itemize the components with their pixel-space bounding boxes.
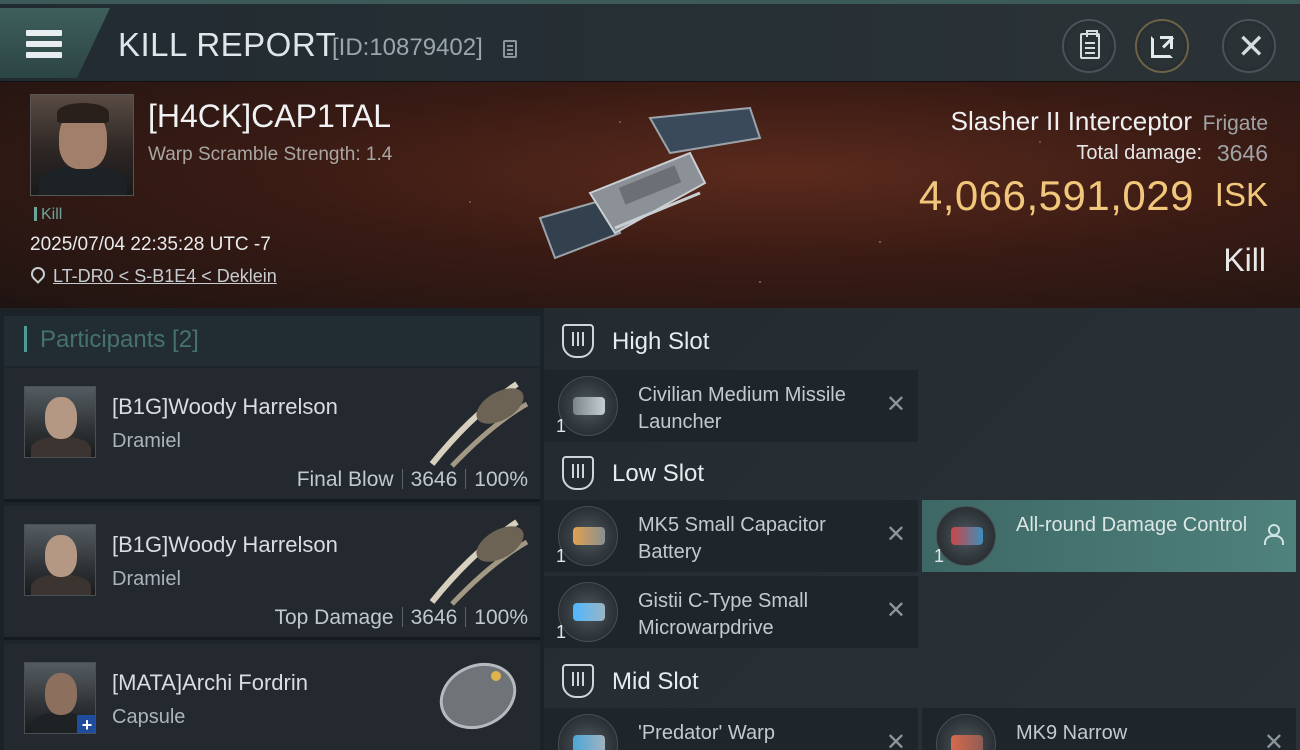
kill-type-label: Kill	[1223, 242, 1266, 278]
module-item[interactable]: 1 Gistii C-Type Small Microwarpdrive ✕	[544, 576, 918, 648]
participants-header: Participants [2]	[4, 316, 540, 366]
total-damage-label: Total damage:	[1076, 142, 1202, 164]
total-damage-value: 3646	[1216, 140, 1268, 166]
avatar	[24, 386, 96, 458]
module-name: 'Predator' Warp	[638, 722, 775, 744]
destroyed-icon: ✕	[885, 729, 906, 750]
missile-launcher-icon	[558, 376, 618, 436]
participant-name: [B1G]Woody Harrelson	[112, 394, 338, 419]
victim-ship-name[interactable]: Slasher II Interceptor	[951, 106, 1192, 137]
destroyed-icon: ✕	[885, 597, 906, 624]
destroyed-icon: ✕	[885, 391, 906, 418]
avatar	[24, 524, 96, 596]
participants-title: Participants [2]	[40, 326, 199, 353]
report-button[interactable]	[1062, 19, 1116, 73]
high-slot-icon	[562, 324, 594, 358]
participant-row[interactable]: [B1G]Woody Harrelson Dramiel Top Damage 3…	[4, 506, 540, 640]
participant-name: [MATA]Archi Fordrin	[112, 670, 308, 695]
module-item[interactable]: 1 Civilian Medium Missile Launcher ✕	[544, 370, 918, 442]
victim-banner: [H4CK]CAP1TAL Warp Scramble Strength: 1.…	[0, 82, 1300, 308]
module-quantity: 1	[556, 622, 567, 642]
participant-ship: Dramiel	[112, 568, 181, 590]
copy-icon[interactable]	[503, 40, 517, 58]
capacitor-battery-icon	[558, 506, 618, 566]
plus-icon: +	[77, 715, 95, 733]
module-quantity: 1	[556, 546, 567, 566]
participant-ship: Capsule	[112, 706, 186, 728]
destroyed-icon: ✕	[885, 521, 906, 548]
capsule-ship-icon	[439, 662, 517, 730]
participant-row[interactable]: [B1G]Woody Harrelson Dramiel Final Blow 3…	[4, 368, 540, 502]
module-item[interactable]: 'Predator' Warp ✕	[544, 708, 918, 750]
module-quantity: 1	[556, 416, 567, 436]
participant-row[interactable]: + [MATA]Archi Fordrin Capsule	[4, 644, 540, 750]
warp-scramble-strength: Warp Scramble Strength: 1.4	[148, 144, 393, 165]
participant-stats: Top Damage 3646 100%	[274, 606, 528, 630]
module-name: Gistii C-Type Small Microwarpdrive	[638, 590, 809, 639]
high-slot-header: High Slot	[544, 312, 1300, 370]
dramiel-ship-icon	[429, 381, 529, 468]
kill-tag: Kill	[34, 206, 62, 224]
person-icon	[1264, 524, 1284, 546]
clipboard-icon	[1080, 30, 1100, 59]
top-bar: KILL REPORT [ID:10879402] ✕	[0, 0, 1300, 82]
participant-role: Final Blow	[296, 468, 394, 491]
avatar: +	[24, 662, 96, 734]
isk-label: ISK	[1214, 176, 1268, 213]
warp-disruptor-icon	[558, 714, 618, 750]
participant-name: [B1G]Woody Harrelson	[112, 532, 338, 557]
victim-portrait[interactable]	[30, 94, 134, 196]
module-item[interactable]: 1 All-round Damage Control	[922, 500, 1296, 572]
high-slot-title: High Slot	[612, 328, 710, 355]
module-name: MK5 Small Capacitor Battery	[638, 514, 826, 563]
participant-stats: Final Blow 3646 100%	[297, 468, 528, 492]
close-icon: ✕	[1237, 28, 1266, 66]
destroyed-icon: ✕	[1263, 729, 1284, 750]
participant-percent: 100%	[474, 606, 528, 629]
module-quantity: 1	[934, 546, 945, 566]
dramiel-ship-icon	[429, 519, 529, 606]
share-button[interactable]	[1135, 19, 1189, 73]
module-name: Civilian Medium Missile Launcher	[638, 384, 846, 433]
module-item[interactable]: MK9 Narrow ✕	[922, 708, 1296, 750]
victim-ship-image[interactable]	[520, 98, 780, 278]
module-icon	[936, 714, 996, 750]
close-button[interactable]: ✕	[1222, 19, 1276, 73]
damage-control-icon	[936, 506, 996, 566]
page-title: KILL REPORT	[118, 26, 337, 63]
share-icon	[1151, 36, 1173, 58]
fitting-panel: High Slot 1 Civilian Medium Missile Laun…	[544, 308, 1300, 750]
hamburger-icon	[26, 30, 62, 36]
participant-damage: 3646	[410, 468, 458, 491]
low-slot-title: Low Slot	[612, 460, 705, 487]
participants-panel: Participants [2] [B1G]Woody Harrelson Dr…	[4, 316, 540, 750]
kill-location-link[interactable]: LT-DR0 < S-B1E4 < Deklein	[53, 266, 277, 287]
module-name: MK9 Narrow	[1016, 722, 1128, 744]
module-name: All-round Damage Control	[1016, 514, 1248, 536]
menu-button[interactable]	[0, 8, 110, 78]
microwarpdrive-icon	[558, 582, 618, 642]
participant-percent: 100%	[474, 468, 528, 491]
low-slot-icon	[562, 456, 594, 490]
mid-slot-icon	[562, 664, 594, 698]
kill-datetime: 2025/07/04 22:35:28 UTC -7	[30, 234, 271, 255]
module-item[interactable]: 1 MK5 Small Capacitor Battery ✕	[544, 500, 918, 572]
participant-damage: 3646	[410, 606, 458, 629]
mid-slot-title: Mid Slot	[612, 668, 699, 695]
mid-slot-header: Mid Slot	[544, 652, 1300, 710]
low-slot-header: Low Slot	[544, 444, 1300, 502]
kill-id: [ID:10879402]	[332, 34, 483, 61]
victim-ship-class: Frigate	[1202, 112, 1268, 135]
victim-name[interactable]: [H4CK]CAP1TAL	[148, 98, 391, 135]
isk-value: 4,066,591,029	[918, 172, 1194, 219]
participant-ship: Dramiel	[112, 430, 181, 452]
participant-role: Top Damage	[274, 606, 394, 629]
